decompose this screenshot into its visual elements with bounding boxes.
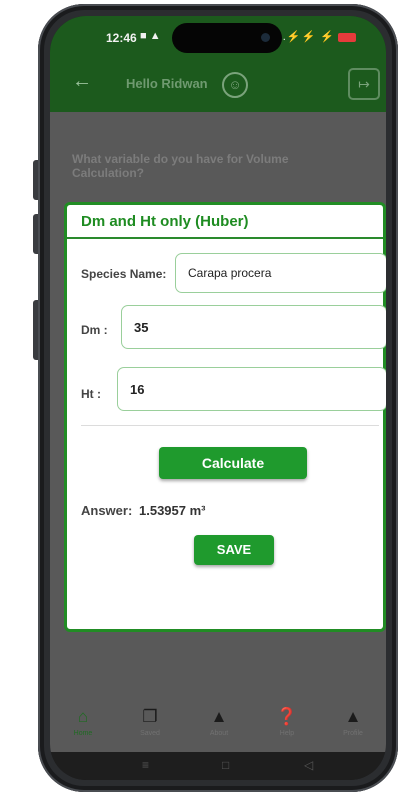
nav-item-home[interactable]: ⌂ Home <box>58 707 108 738</box>
smiley-icon: ☺ <box>222 72 248 98</box>
nav-label-home: Home <box>73 730 93 737</box>
nav-label-about: About <box>209 730 229 737</box>
species-name-input[interactable] <box>175 253 386 293</box>
camera-icon <box>261 33 270 42</box>
person-icon: ▲ <box>210 707 228 726</box>
system-home-icon[interactable]: □ <box>222 758 229 772</box>
battery-icon <box>338 32 356 42</box>
dm-label: Dm : <box>81 323 108 337</box>
phone-screen: 12:46 ■ ▲ ⏰ ☷ .⚡⚡ ⚡ ← Hello Ridwan ☺ ↦ W… <box>50 16 386 780</box>
bottom-nav: ⌂ Home ❐ Saved ▲ About ❓ Help ▲ Profile <box>50 696 386 752</box>
profile-icon: ▲ <box>344 707 362 726</box>
save-button[interactable]: SAVE <box>194 535 274 565</box>
recent-apps-icon[interactable]: ≡ <box>142 758 149 772</box>
logout-icon[interactable]: ↦ <box>348 68 380 100</box>
notification-icons: ■ ▲ <box>140 30 161 42</box>
nav-item-saved[interactable]: ❐ Saved <box>125 707 175 738</box>
dm-input[interactable] <box>121 305 386 349</box>
nav-label-profile: Profile <box>343 730 363 737</box>
answer-value: 1.53957 m³ <box>139 503 206 518</box>
ht-label: Ht : <box>81 387 101 401</box>
saved-icon: ❐ <box>142 707 158 726</box>
nav-item-profile[interactable]: ▲ Profile <box>328 707 378 738</box>
home-icon: ⌂ <box>77 707 89 726</box>
dialog-title: Dm and Ht only (Huber) <box>67 205 383 239</box>
nav-label-help: Help <box>279 730 295 737</box>
app-bar: ← Hello Ridwan ☺ ↦ <box>50 56 386 112</box>
nav-item-help[interactable]: ❓ Help <box>262 707 312 738</box>
species-label: Species Name: <box>81 267 167 281</box>
content-overlay: What variable do you have for Volume Cal… <box>50 112 386 696</box>
calculate-button[interactable]: Calculate <box>159 447 307 479</box>
greeting-text: Hello Ridwan <box>126 76 208 91</box>
dialog-divider <box>81 425 379 426</box>
nav-item-about[interactable]: ▲ About <box>194 707 244 738</box>
system-nav-bar: ≡ □ ◁ <box>50 752 386 780</box>
huber-dialog: Dm and Ht only (Huber) Species Name: Dm … <box>64 202 386 632</box>
status-time: 12:46 <box>106 31 137 45</box>
nav-label-saved: Saved <box>140 730 160 737</box>
ht-input[interactable] <box>117 367 386 411</box>
background-prompt: What variable do you have for Volume Cal… <box>72 152 289 180</box>
answer-label: Answer: <box>81 503 133 518</box>
help-icon: ❓ <box>276 707 298 726</box>
camera-notch <box>172 23 282 53</box>
system-back-icon[interactable]: ◁ <box>304 758 313 772</box>
back-arrow-icon[interactable]: ← <box>72 70 92 93</box>
